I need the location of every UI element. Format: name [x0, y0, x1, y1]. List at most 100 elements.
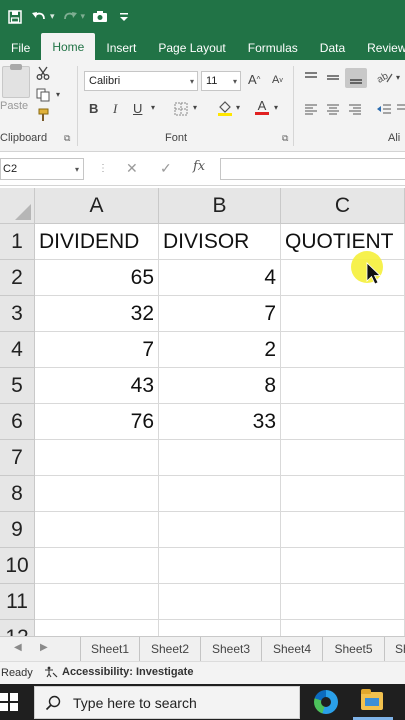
- cell-c6[interactable]: [281, 404, 405, 440]
- empty-cell[interactable]: [281, 620, 405, 636]
- fill-color-icon[interactable]: [217, 100, 233, 116]
- cell-a2[interactable]: 65: [35, 260, 159, 296]
- row-header-3[interactable]: 3: [0, 296, 35, 332]
- tab-formulas[interactable]: Formulas: [237, 35, 309, 60]
- empty-cell[interactable]: [281, 584, 405, 620]
- borders-icon[interactable]: [174, 102, 188, 116]
- underline-button[interactable]: U: [133, 101, 142, 116]
- orientation-icon[interactable]: ab: [376, 70, 394, 84]
- copy-dropdown-icon[interactable]: ▾: [56, 90, 60, 99]
- align-center-icon[interactable]: [325, 102, 341, 116]
- cell-c1[interactable]: QUOTIENT: [281, 224, 405, 260]
- windows-start-icon[interactable]: [0, 693, 18, 711]
- cell-b5[interactable]: 8: [159, 368, 281, 404]
- empty-cell[interactable]: [281, 512, 405, 548]
- row-header-7[interactable]: 7: [0, 440, 35, 476]
- tab-review[interactable]: Review: [356, 35, 405, 60]
- tab-page-layout[interactable]: Page Layout: [147, 35, 236, 60]
- scroll-right-icon[interactable]: ▶: [40, 642, 48, 653]
- font-color-dropdown-icon[interactable]: ▾: [274, 103, 278, 112]
- cancel-icon[interactable]: ✕: [126, 160, 138, 177]
- format-painter-icon[interactable]: [36, 108, 50, 122]
- empty-cell[interactable]: [35, 548, 159, 584]
- select-all-button[interactable]: [0, 188, 35, 224]
- redo-icon[interactable]: [61, 7, 79, 27]
- row-header-10[interactable]: 10: [0, 548, 35, 584]
- empty-cell[interactable]: [35, 620, 159, 636]
- cell-b2[interactable]: 4: [159, 260, 281, 296]
- empty-cell[interactable]: [281, 476, 405, 512]
- empty-cell[interactable]: [35, 512, 159, 548]
- font-size-select[interactable]: 11 ▾: [201, 71, 241, 91]
- row-header-5[interactable]: 5: [0, 368, 35, 404]
- row-header-8[interactable]: 8: [0, 476, 35, 512]
- empty-cell[interactable]: [281, 440, 405, 476]
- row-header-12[interactable]: 12: [0, 620, 35, 636]
- empty-cell[interactable]: [35, 440, 159, 476]
- cell-b6[interactable]: 33: [159, 404, 281, 440]
- cell-b4[interactable]: 2: [159, 332, 281, 368]
- tab-data[interactable]: Data: [309, 35, 356, 60]
- paste-icon[interactable]: [2, 64, 30, 98]
- borders-dropdown-icon[interactable]: ▾: [193, 103, 197, 112]
- file-explorer-icon[interactable]: [361, 689, 383, 710]
- italic-button[interactable]: I: [113, 101, 117, 117]
- empty-cell[interactable]: [35, 476, 159, 512]
- sheet-tab-1[interactable]: Sheet1: [80, 637, 140, 661]
- cut-icon[interactable]: [36, 66, 50, 80]
- align-middle-icon[interactable]: [325, 70, 341, 84]
- grow-font-icon[interactable]: A ^: [248, 72, 260, 87]
- redo-dropdown-icon[interactable]: ▾: [81, 11, 86, 22]
- tab-file[interactable]: File: [0, 35, 41, 60]
- increase-indent-icon[interactable]: [395, 102, 405, 116]
- bold-button[interactable]: B: [89, 101, 98, 116]
- accessibility-status[interactable]: Accessibility: Investigate: [44, 666, 193, 678]
- formula-bar-handle-icon[interactable]: ⋮: [98, 163, 108, 174]
- cell-a1[interactable]: DIVIDEND: [35, 224, 159, 260]
- font-name-select[interactable]: Calibri ▾: [84, 71, 198, 91]
- tab-home[interactable]: Home: [41, 33, 96, 60]
- cell-a6[interactable]: 76: [35, 404, 159, 440]
- underline-dropdown-icon[interactable]: ▾: [151, 103, 155, 112]
- row-header-11[interactable]: 11: [0, 584, 35, 620]
- empty-cell[interactable]: [35, 584, 159, 620]
- orientation-dropdown-icon[interactable]: ▾: [396, 73, 400, 82]
- formula-input[interactable]: [220, 158, 405, 180]
- shrink-font-icon[interactable]: Av: [272, 74, 283, 86]
- empty-cell[interactable]: [159, 440, 281, 476]
- empty-cell[interactable]: [281, 548, 405, 584]
- empty-cell[interactable]: [159, 476, 281, 512]
- align-bottom-icon[interactable]: [345, 68, 367, 88]
- fill-color-dropdown-icon[interactable]: ▾: [236, 103, 240, 112]
- name-box[interactable]: C2 ▾: [0, 158, 84, 180]
- customize-icon[interactable]: [115, 7, 133, 27]
- row-header-4[interactable]: 4: [0, 332, 35, 368]
- copy-icon[interactable]: [36, 88, 50, 102]
- undo-icon[interactable]: [30, 7, 48, 27]
- align-right-icon[interactable]: [347, 102, 363, 116]
- column-header-a[interactable]: A: [35, 188, 159, 224]
- sheet-tab-2[interactable]: Sheet2: [140, 637, 201, 661]
- tab-insert[interactable]: Insert: [95, 35, 147, 60]
- edge-browser-icon[interactable]: [314, 690, 338, 714]
- cell-a3[interactable]: 32: [35, 296, 159, 332]
- row-header-1[interactable]: 1: [0, 224, 35, 260]
- cell-c4[interactable]: [281, 332, 405, 368]
- undo-dropdown-icon[interactable]: ▾: [50, 11, 55, 22]
- empty-cell[interactable]: [159, 584, 281, 620]
- row-header-2[interactable]: 2: [0, 260, 35, 296]
- row-header-6[interactable]: 6: [0, 404, 35, 440]
- cell-b1[interactable]: DIVISOR: [159, 224, 281, 260]
- empty-cell[interactable]: [159, 620, 281, 636]
- font-launcher-icon[interactable]: ⧉: [282, 133, 288, 144]
- enter-icon[interactable]: ✓: [160, 160, 172, 177]
- font-color-icon[interactable]: A: [255, 99, 269, 115]
- cell-c2[interactable]: [281, 260, 405, 296]
- clipboard-launcher-icon[interactable]: ⧉: [64, 133, 70, 144]
- sheet-tab-6[interactable]: Sh: [385, 637, 405, 661]
- column-header-b[interactable]: B: [159, 188, 281, 224]
- taskbar-search-box[interactable]: Type here to search: [34, 686, 300, 719]
- cell-a5[interactable]: 43: [35, 368, 159, 404]
- sheet-tab-5[interactable]: Sheet5: [323, 637, 385, 661]
- sheet-tab-4[interactable]: Sheet4: [262, 637, 323, 661]
